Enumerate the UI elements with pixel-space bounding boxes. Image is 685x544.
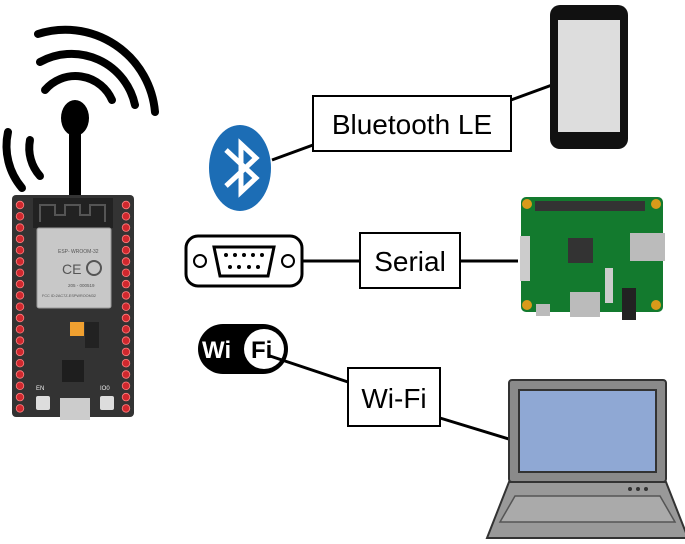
io0-label: IO0: [100, 386, 110, 392]
board-pin: [121, 392, 131, 402]
raspberry-pi: [520, 197, 665, 320]
board-pin: [121, 212, 131, 221]
board-pin: [15, 257, 25, 266]
smartphone: [550, 5, 628, 149]
esp32-board: ESP- WROOM-32 CE 205 - 000519 FCC ID:2AC…: [12, 195, 134, 420]
wifi-logo-right: Fi: [251, 337, 272, 364]
board-pin: [15, 381, 25, 390]
usb-port: [60, 398, 90, 420]
board-pin: [121, 200, 131, 210]
board-pin: [121, 313, 131, 323]
connectivity-diagram: ESP- WROOM-32 CE 205 - 000519 FCC ID:2AC…: [2, 5, 685, 539]
board-pin: [121, 370, 131, 379]
board-pin: [15, 223, 25, 232]
board-pin: [121, 325, 131, 334]
serial-label: Serial: [374, 246, 446, 277]
wifi-logo-left: Wi: [202, 337, 231, 364]
board-pin: [15, 245, 25, 255]
board-pin: [15, 313, 25, 323]
board-pin: [15, 268, 25, 277]
board-pin: [121, 302, 131, 311]
board-pin: [15, 302, 25, 311]
board-pin: [15, 200, 25, 210]
en-button: [36, 396, 50, 410]
board-pin: [121, 381, 131, 390]
antenna-tip: [61, 100, 89, 136]
board-pin: [121, 404, 131, 413]
board-pin: [15, 392, 25, 402]
db9-serial-port-icon: [184, 234, 304, 288]
board-pin: [121, 291, 131, 300]
board-pin: [121, 359, 131, 368]
board-pin: [15, 370, 25, 379]
board-pin: [121, 336, 131, 345]
board-pin: [15, 336, 25, 345]
board-pin: [121, 347, 131, 357]
board-pin: [121, 234, 131, 244]
svg-text:CE: CE: [62, 261, 81, 277]
board-pin: [15, 359, 25, 368]
wifi-label: Wi-Fi: [361, 383, 426, 414]
cert-code: 205 - 000519: [68, 283, 95, 288]
board-pin: [15, 325, 25, 334]
board-pin: [15, 347, 25, 357]
board-pin: [121, 279, 131, 289]
board-pin: [121, 245, 131, 255]
board-pin: [15, 279, 25, 289]
bluetooth-label: Bluetooth LE: [332, 109, 492, 140]
board-pin: [121, 268, 131, 277]
board-pin: [15, 291, 25, 300]
board-pin: [15, 234, 25, 244]
bluetooth-icon: [209, 125, 271, 211]
board-pin: [15, 212, 25, 221]
en-label: EN: [36, 386, 44, 392]
laptop: [485, 379, 685, 539]
module-name: ESP- WROOM-32: [58, 249, 99, 255]
board-pin: [121, 257, 131, 266]
fcc-id: FCC ID:2AC7Z-ESPWROOM32: [42, 294, 96, 298]
io0-button: [100, 396, 114, 410]
board-pin: [15, 404, 25, 413]
wifi-logo: Wi Fi: [198, 324, 288, 374]
board-pin: [121, 223, 131, 232]
